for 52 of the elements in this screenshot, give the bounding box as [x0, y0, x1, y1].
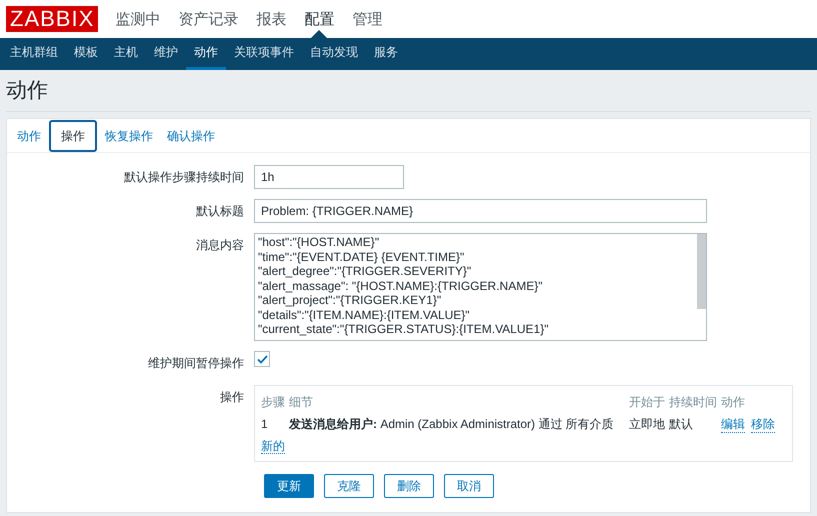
- logo: ZABBIX: [6, 6, 98, 32]
- table-cell-text: 默认: [669, 416, 694, 433]
- message-line: "alert_massage": "{HOST.NAME}:{TRIGGER.NAME}": [258, 278, 544, 293]
- action-link[interactable]: 移除: [751, 416, 775, 432]
- column-header: 动作: [721, 394, 746, 411]
- table-cell-text: 发送消息给用户: Admin (Zabbix Administrator) 通过 所有介质: [289, 416, 615, 433]
- tab[interactable]: 操作: [49, 120, 97, 152]
- column-header: 细节: [289, 394, 314, 411]
- sub-menu-item[interactable]: 自动发现: [302, 38, 366, 70]
- message-line: "alert_project":"{TRIGGER.KEY1}": [258, 293, 442, 308]
- form-button[interactable]: 克隆: [324, 474, 374, 498]
- page-title: 动作: [6, 76, 48, 104]
- column-header: 步骤: [261, 394, 286, 411]
- field-label: 维护期间暂停操作: [147, 355, 245, 372]
- main-menu-item[interactable]: 管理: [343, 0, 392, 38]
- table-cell-text: 立即地: [629, 416, 666, 433]
- form-button[interactable]: 取消: [444, 474, 494, 498]
- table-cell-text: 1: [261, 416, 269, 433]
- message-field[interactable]: [254, 233, 707, 341]
- sub-menu-item[interactable]: 主机: [106, 38, 146, 70]
- field-label: 操作: [219, 389, 245, 406]
- main-menu-item[interactable]: 报表: [247, 0, 296, 38]
- column-header: 持续时间: [669, 394, 718, 411]
- message-line: "host":"{HOST.NAME}": [258, 235, 380, 250]
- form-button[interactable]: 删除: [384, 474, 434, 498]
- action-link[interactable]: 编辑: [721, 416, 745, 432]
- sub-menu-item[interactable]: 维护: [146, 38, 186, 70]
- main-menu-item[interactable]: 资产记录: [169, 0, 248, 38]
- message-line: "current_state":"{TRIGGER.STATUS}:{ITEM.VALUE1}": [258, 322, 550, 336]
- new-link[interactable]: 新的: [261, 439, 285, 454]
- subject-field[interactable]: Problem: {TRIGGER.NAME}: [254, 199, 707, 223]
- scrollbar[interactable]: [697, 234, 706, 309]
- sub-menu-item[interactable]: 主机群组: [2, 38, 66, 70]
- checkbox[interactable]: [254, 351, 270, 367]
- message-line: "details":"{ITEM.NAME}:{ITEM.VALUE}": [258, 308, 471, 322]
- sub-menu-item[interactable]: 关联项事件: [226, 38, 302, 70]
- field-label: 消息内容: [195, 237, 245, 254]
- sub-menu-item[interactable]: 动作: [186, 38, 226, 70]
- sub-menu-item[interactable]: 模板: [66, 38, 106, 70]
- tab[interactable]: 动作: [11, 122, 47, 150]
- check-icon: [256, 354, 268, 364]
- column-header: 开始于: [629, 394, 666, 411]
- sub-menu-item[interactable]: 服务: [366, 38, 406, 70]
- duration-field[interactable]: 1h: [254, 165, 404, 189]
- message-line: "time":"{EVENT.DATE} {EVENT.TIME}": [258, 250, 466, 264]
- message-line: "alert_degree":"{TRIGGER.SEVERITY}": [258, 264, 472, 278]
- main-menu-item[interactable]: 监测中: [106, 0, 170, 38]
- form-button[interactable]: 更新: [264, 474, 314, 498]
- field-label: 默认操作步骤持续时间: [123, 169, 245, 186]
- field-label: 默认标题: [195, 203, 245, 220]
- tab[interactable]: 确认操作: [161, 122, 221, 150]
- tab[interactable]: 恢复操作: [99, 122, 159, 150]
